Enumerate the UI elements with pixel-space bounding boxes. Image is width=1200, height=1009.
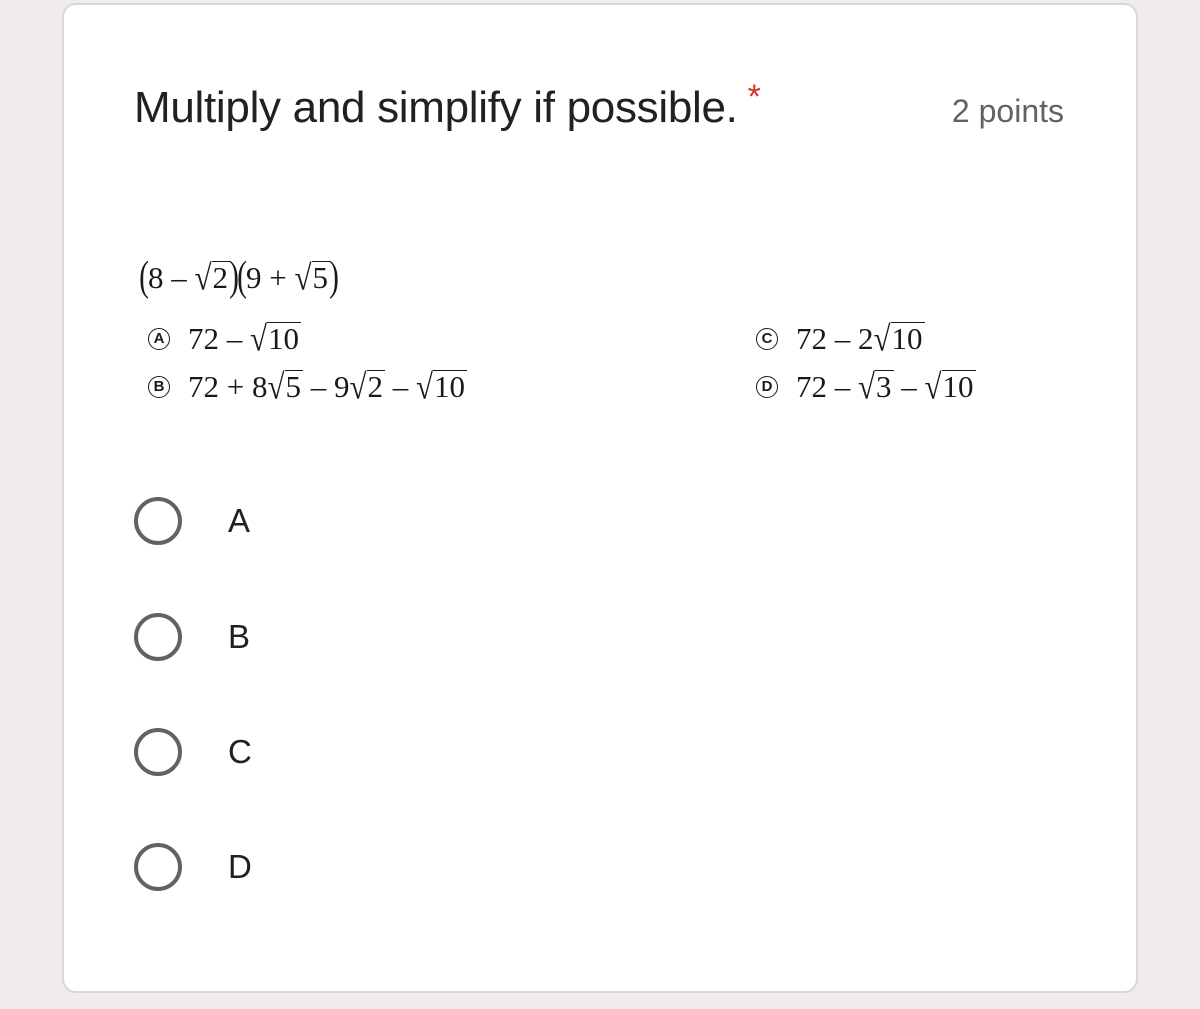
sqrt-symbol: √10 (416, 366, 468, 407)
question-title-text: Multiply and simplify if possible. (134, 83, 738, 132)
radicand: 5 (311, 260, 331, 295)
radicand: 10 (941, 369, 976, 404)
choice-d-badge: D (756, 375, 778, 398)
sqrt-symbol: √10 (924, 366, 976, 407)
choice-d-expression: D 72 – √3 – √10 (756, 366, 976, 407)
option-a[interactable]: A (134, 493, 250, 549)
radicand: 5 (284, 369, 303, 404)
choice-term: 72 – (796, 369, 851, 404)
problem-operator: – (171, 260, 187, 295)
radio-button-d[interactable] (134, 843, 182, 891)
sqrt-symbol: √10 (873, 318, 925, 359)
radicand: 10 (890, 321, 925, 356)
option-b[interactable]: B (134, 609, 250, 665)
radio-button-b[interactable] (134, 613, 182, 661)
question-card: Multiply and simplify if possible. * 2 po… (62, 3, 1138, 993)
question-title: Multiply and simplify if possible. * (134, 78, 761, 133)
problem-expression: (8 – √2)(9 + √5) (139, 251, 339, 300)
choice-term: 72 – (188, 321, 243, 356)
choice-b-expression: B 72 + 8√5 – 9√2 – √10 (148, 366, 468, 407)
sqrt-symbol: √5 (267, 366, 303, 407)
left-paren: ( (237, 254, 247, 300)
radicand: 2 (366, 369, 386, 404)
sqrt-symbol: √10 (250, 318, 302, 359)
choice-term: – (901, 369, 917, 404)
option-a-label: A (228, 502, 251, 539)
sqrt-symbol: √3 (858, 366, 894, 407)
radicand: 2 (211, 260, 231, 295)
problem-term: 8 (148, 260, 164, 295)
option-c[interactable]: C (134, 724, 252, 780)
option-b-label: B (228, 618, 251, 655)
option-d[interactable]: D (134, 839, 252, 895)
sqrt-symbol: √2 (349, 366, 386, 407)
choice-term: 72 + 8 (188, 369, 268, 404)
right-paren: ) (329, 254, 339, 300)
required-marker: * (747, 78, 761, 116)
choice-c-badge: C (756, 327, 778, 350)
left-paren: ( (139, 254, 149, 300)
choice-term: – 9 (310, 369, 350, 404)
problem-operator: + (269, 260, 287, 295)
choice-term: 72 – 2 (796, 321, 874, 356)
radicand: 10 (433, 369, 468, 404)
choice-a-expression: A 72 – √10 (148, 318, 302, 359)
sqrt-symbol: √2 (194, 257, 231, 298)
sqrt-symbol: √5 (294, 257, 331, 298)
points-label: 2 points (951, 93, 1064, 129)
radicand: 10 (267, 321, 302, 356)
choice-c-expression: C 72 – 2√10 (756, 318, 925, 359)
radicand: 3 (875, 369, 894, 404)
choice-b-badge: B (148, 375, 170, 398)
choice-a-badge: A (148, 327, 170, 350)
radio-button-a[interactable] (134, 497, 182, 545)
option-c-label: C (228, 733, 252, 770)
choice-term: – (392, 369, 409, 404)
problem-term: 9 (246, 260, 262, 295)
radio-button-c[interactable] (134, 728, 182, 776)
option-d-label: D (228, 848, 252, 885)
